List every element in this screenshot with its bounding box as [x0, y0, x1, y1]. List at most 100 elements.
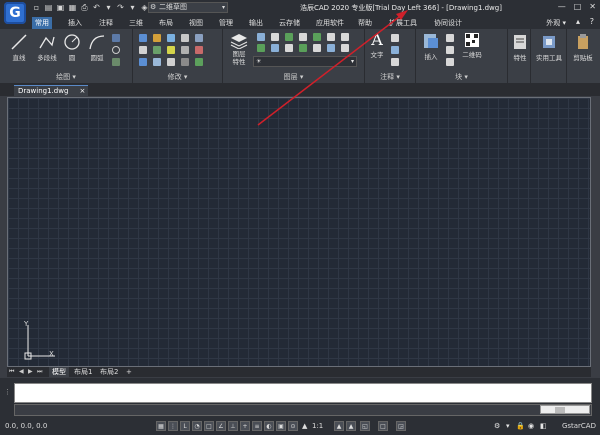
layer-icon-4[interactable] [299, 33, 307, 41]
utilities-tool[interactable]: 实用工具 [533, 33, 565, 62]
layer-properties-tool[interactable]: 图层 特性 [227, 33, 251, 66]
workspace-gear-icon[interactable]: ⚙ [494, 418, 500, 435]
selection-cycle-icon[interactable]: ▣ [276, 421, 286, 431]
polar-toggle-icon[interactable]: ◔ [192, 421, 202, 431]
workspace-select[interactable]: ⚙ 二维草图 ▾ [148, 2, 228, 13]
dyn-toggle-icon[interactable]: + [240, 421, 250, 431]
annotation-scale-icon[interactable]: ▲ [302, 418, 307, 435]
arc-tool[interactable]: 圆弧 [86, 33, 108, 62]
join-icon[interactable] [195, 58, 203, 66]
maximize-icon[interactable]: □ [574, 2, 582, 11]
create-block-icon[interactable] [446, 34, 454, 42]
fillet-icon[interactable] [139, 58, 147, 66]
osnap-toggle-icon[interactable]: □ [204, 421, 214, 431]
edit-block-icon[interactable] [446, 46, 454, 54]
layer-icon-8[interactable] [257, 44, 265, 52]
status-dropdown-icon[interactable]: ▾ [506, 418, 510, 435]
last-tab-icon[interactable]: ⏭ [37, 367, 42, 377]
layer-icon-3[interactable] [285, 33, 293, 41]
copy-icon[interactable] [153, 34, 161, 42]
trim-icon[interactable] [167, 46, 175, 54]
tab-extensions[interactable]: 扩展工具 [386, 17, 420, 29]
insert-tool[interactable]: 插入 [420, 32, 442, 61]
command-grip-icon[interactable]: ⋮ [4, 388, 11, 396]
layer-icon-14[interactable] [341, 44, 349, 52]
layer-icon-9[interactable] [271, 44, 279, 52]
layer-icon-7[interactable] [341, 33, 349, 41]
attribute-icon[interactable] [446, 58, 454, 66]
erase-icon[interactable] [195, 46, 203, 54]
tab-cloud[interactable]: 云存储 [276, 17, 303, 29]
chamfer-icon[interactable] [153, 58, 161, 66]
tab-insert[interactable]: 插入 [65, 17, 85, 29]
layer-dropdown[interactable]: ☀ ▾ [253, 56, 357, 67]
stretch-icon[interactable] [167, 34, 175, 42]
tab-model[interactable]: 模型 [49, 367, 69, 377]
fullscreen-icon[interactable]: ◱ [360, 421, 370, 431]
extend-icon[interactable] [181, 46, 189, 54]
circle-tool[interactable]: 圆 [62, 33, 82, 62]
layer-icon-6[interactable] [327, 33, 335, 41]
redo-dropdown-icon[interactable]: ▾ [128, 3, 137, 12]
qrcode-tool[interactable]: 二维码 [460, 32, 484, 59]
scale-icon[interactable] [181, 34, 189, 42]
new-icon[interactable]: ▫ [32, 3, 41, 12]
drawing-canvas[interactable]: Y X [7, 97, 591, 367]
move-icon[interactable] [139, 34, 147, 42]
prev-tab-icon[interactable]: ◀ [19, 367, 24, 377]
offset-icon[interactable] [167, 58, 175, 66]
table-icon[interactable] [391, 58, 399, 66]
tab-help[interactable]: 帮助 [355, 17, 375, 29]
mirror-icon[interactable] [153, 46, 161, 54]
tab-home[interactable]: 常用 [32, 17, 52, 29]
next-tab-icon[interactable]: ▶ [28, 367, 33, 377]
polyline-tool[interactable]: 多段线 [34, 33, 60, 62]
saveas-icon[interactable]: ▦ [68, 3, 77, 12]
tab-annotate[interactable]: 注释 [96, 17, 116, 29]
hardware-accel-icon[interactable]: ◧ [540, 418, 547, 435]
appearance-menu[interactable]: 外观 ▾ [546, 17, 566, 29]
close-icon[interactable]: × [80, 86, 86, 97]
tab-output[interactable]: 输出 [246, 17, 266, 29]
tab-3d[interactable]: 三维 [126, 17, 146, 29]
explode-icon[interactable] [181, 58, 189, 66]
rotate-icon[interactable] [139, 46, 147, 54]
close-icon[interactable]: ✕ [589, 2, 596, 11]
grid-toggle-icon[interactable]: ▦ [156, 421, 166, 431]
tab-layout1[interactable]: 布局1 [71, 367, 95, 377]
ortho-toggle-icon[interactable]: L [180, 421, 190, 431]
help-icon[interactable]: ? [590, 17, 594, 26]
ducs-toggle-icon[interactable]: ⊥ [228, 421, 238, 431]
layer-icon-12[interactable] [313, 44, 321, 52]
lineweight-toggle-icon[interactable]: ≡ [252, 421, 262, 431]
properties-tool[interactable]: 特性 [510, 33, 530, 62]
leader-icon[interactable] [391, 46, 399, 54]
auto-scale-icon[interactable]: ▲ [346, 421, 356, 431]
otrack-toggle-icon[interactable]: ∠ [216, 421, 226, 431]
lock-icon[interactable]: 🔒 [516, 418, 525, 435]
clean-screen-icon[interactable]: □ [378, 421, 388, 431]
dimension-icon[interactable] [391, 34, 399, 42]
redo-icon[interactable]: ↷ [116, 3, 125, 12]
annotation-monitor-icon[interactable]: ⊙ [288, 421, 298, 431]
layer-icon-5[interactable] [313, 33, 321, 41]
text-tool[interactable]: A 文字 [368, 31, 386, 60]
tab-layout[interactable]: 布局 [156, 17, 176, 29]
tab-apps[interactable]: 应用软件 [313, 17, 347, 29]
line-tool[interactable]: 直线 [8, 33, 30, 62]
layer-icon-1[interactable] [257, 33, 265, 41]
print-icon[interactable]: ⎙ [80, 3, 89, 12]
undo-dropdown-icon[interactable]: ▾ [104, 3, 113, 12]
command-input[interactable] [14, 404, 592, 416]
undo-icon[interactable]: ↶ [92, 3, 101, 12]
scroll-thumb[interactable] [555, 407, 565, 413]
layer-icon-13[interactable] [327, 44, 335, 52]
snap-toggle-icon[interactable]: ⋮ [168, 421, 178, 431]
document-tab[interactable]: Drawing1.dwg × [14, 85, 89, 97]
open-icon[interactable]: ▤ [44, 3, 53, 12]
app-logo-icon[interactable]: G [4, 2, 26, 24]
array-icon[interactable] [195, 34, 203, 42]
hatch-icon[interactable] [112, 58, 120, 66]
transparency-toggle-icon[interactable]: ◐ [264, 421, 274, 431]
tab-add-layout[interactable]: + [123, 367, 135, 377]
